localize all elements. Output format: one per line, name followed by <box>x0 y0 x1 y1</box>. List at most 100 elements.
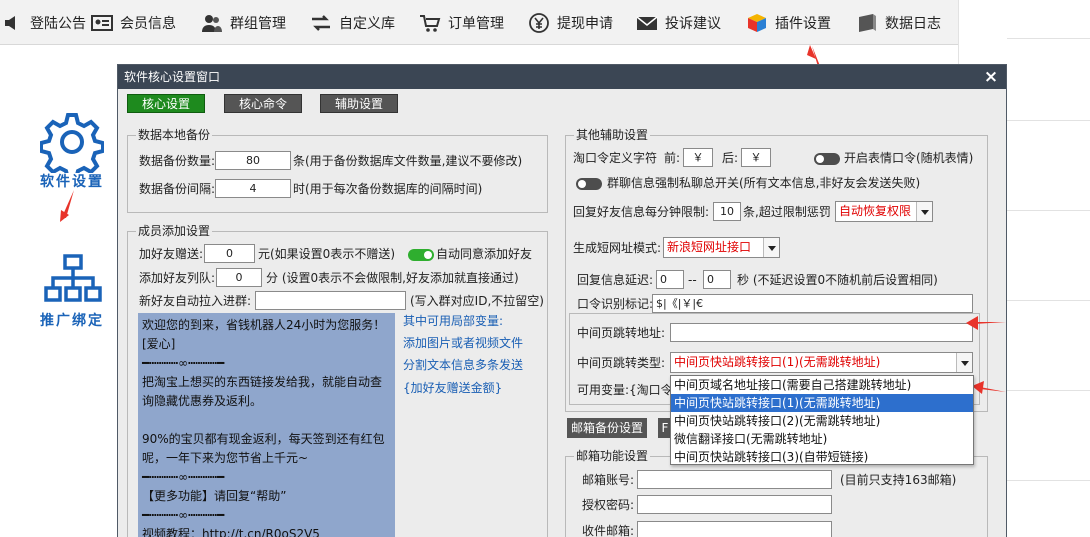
mail-receive-label: 收件邮箱: <box>582 524 635 537</box>
var-link-media[interactable]: 添加图片或者视频文件 <box>403 335 523 351</box>
mid-addr-input[interactable] <box>670 323 973 342</box>
nav-complaint[interactable]: 投诉建议 <box>635 0 721 45</box>
welcome-line <box>142 411 391 430</box>
autojoin-input[interactable] <box>255 291 406 310</box>
nav-login-notice[interactable]: 登陆公告 <box>0 0 86 45</box>
delay-sep: -- <box>688 273 697 287</box>
mail-account-hint: (目前只支持163邮箱) <box>840 473 957 487</box>
arrows-icon <box>309 12 333 34</box>
backup-count-input[interactable]: 80 <box>215 151 291 170</box>
limit-input[interactable]: 10 <box>713 202 741 221</box>
shorturl-select[interactable]: 新浪短网址接口 <box>663 237 780 258</box>
mid-type-label: 中间页跳转类型: <box>577 356 666 370</box>
mail-account-input[interactable] <box>637 470 832 489</box>
mid-addr-label: 中间页跳转地址: <box>577 326 666 340</box>
nav-data-log[interactable]: 数据日志 <box>855 0 941 45</box>
queue-label: 添加好友列队: <box>139 271 216 285</box>
divider <box>1007 300 1090 301</box>
mail-icon <box>635 12 659 34</box>
backup-interval-input[interactable]: 4 <box>215 179 291 198</box>
other-group-title: 其他辅助设置 <box>574 128 651 142</box>
penalty-value: 自动恢复权限 <box>839 204 912 218</box>
promotion-bind-label[interactable]: 推广绑定 <box>40 310 104 330</box>
database-icon <box>855 12 879 34</box>
delay-to-input[interactable]: 0 <box>703 270 731 289</box>
dialog-title: 软件核心设置窗口 <box>124 70 221 84</box>
backup-interval-label: 数据备份间隔: <box>139 182 216 196</box>
speaker-icon <box>0 12 24 34</box>
auto-agree-toggle[interactable] <box>408 249 434 261</box>
autojoin-hint: (写入群对应ID,不拉留空) <box>410 294 544 308</box>
var-link-gift[interactable]: {加好友赠送金额} <box>403 380 502 396</box>
divider <box>1007 38 1090 39</box>
nav-custom-library[interactable]: 自定义库 <box>309 0 395 45</box>
marks-input[interactable]: $|《|￥|€ <box>652 294 973 313</box>
auto-agree-label: 自动同意添加好友 <box>436 247 533 261</box>
tkl-front-input[interactable]: ￥ <box>683 148 713 167</box>
welcome-line: 欢迎您的到来，省钱机器人24小时为您服务！[爱心] <box>142 318 386 351</box>
emoji-label: 开启表情口令(随机表情) <box>844 151 974 165</box>
gift-hint: 元(如果设置0表示不赠送) <box>258 247 395 261</box>
available-vars-label: 可用变量:{淘口令 <box>577 383 673 397</box>
close-icon[interactable]: × <box>982 65 1000 89</box>
backup-count-hint: 条(用于备份数据库文件数量,建议不要修改) <box>293 154 523 168</box>
dropdown-option[interactable]: 中间页快站跳转接口(2)(无需跳转地址) <box>671 412 973 430</box>
shorturl-value: 新浪短网址接口 <box>667 240 752 254</box>
welcome-message-textarea[interactable]: 欢迎您的到来，省钱机器人24小时为您服务！[爱心] ━┅┅┅┅∞┅┅┅┅━ 把淘… <box>138 313 395 537</box>
gift-label: 加好友赠送: <box>139 247 204 261</box>
chevron-down-icon[interactable] <box>763 238 779 257</box>
welcome-line: ━┅┅┅┅∞┅┅┅┅━ <box>142 470 225 484</box>
welcome-line: ━┅┅┅┅∞┅┅┅┅━ <box>142 356 225 370</box>
divider <box>1007 390 1090 391</box>
divider <box>1007 210 1090 211</box>
tkl-back-input[interactable]: ￥ <box>741 148 771 167</box>
var-link-split[interactable]: 分割文本信息多条发送 <box>403 357 523 373</box>
backup-interval-hint: 时(用于每次备份数据库的间隔时间) <box>293 182 483 196</box>
dropdown-option[interactable]: 微信翻译接口(无需跳转地址) <box>671 430 973 448</box>
mail-backup-button[interactable]: 邮箱备份设置 <box>567 418 647 438</box>
tab-core-settings[interactable]: 核心设置 <box>127 94 205 113</box>
chevron-down-icon[interactable] <box>956 353 972 372</box>
penalty-select[interactable]: 自动恢复权限 <box>835 201 933 222</box>
mail-receive-input[interactable] <box>637 521 832 537</box>
top-menu-bar: 登陆公告 会员信息 群组管理 自定义库 订单管理 提现申请 投诉建议 插件设置 <box>0 0 958 45</box>
nav-order-manage[interactable]: 订单管理 <box>418 0 504 45</box>
limit-hint: 条,超过限制惩罚 <box>743 205 831 219</box>
gear-icon[interactable] <box>40 111 104 173</box>
nav-member-info[interactable]: 会员信息 <box>90 0 176 45</box>
member-group-title: 成员添加设置 <box>136 224 213 238</box>
mail-group-title: 邮箱功能设置 <box>574 449 651 463</box>
nav-plugin-settings[interactable]: 插件设置 <box>745 0 831 45</box>
dropdown-option-selected[interactable]: 中间页快站跳转接口(1)(无需跳转地址) <box>671 394 973 412</box>
delay-from-input[interactable]: 0 <box>656 270 684 289</box>
dialog-titlebar[interactable]: 软件核心设置窗口 × <box>118 65 1006 89</box>
group-private-toggle[interactable] <box>576 178 602 190</box>
nav-withdraw-apply[interactable]: 提现申请 <box>527 0 613 45</box>
yen-coin-icon <box>527 12 551 34</box>
chevron-down-icon[interactable] <box>916 202 932 221</box>
software-settings-label[interactable]: 软件设置 <box>40 171 104 191</box>
tab-core-commands[interactable]: 核心命令 <box>224 94 302 113</box>
queue-hint: 分 (设置0表示不会做限制,好友添加就直接通过) <box>266 271 519 285</box>
welcome-line: 【更多功能】请回复“帮助” <box>142 489 287 503</box>
mid-type-select[interactable]: 中间页快站跳转接口(1)(无需跳转地址) <box>670 352 973 373</box>
tkl-front-label: 前: <box>664 151 681 165</box>
cube-icon <box>745 12 769 34</box>
welcome-line: 视频教程：http://t.cn/R0oS2V5 <box>142 527 320 537</box>
tkl-back-label: 后: <box>722 151 739 165</box>
cart-icon <box>418 12 442 34</box>
org-chart-icon[interactable] <box>43 254 103 304</box>
mid-type-dropdown-list: 中间页域名地址接口(需要自己搭建跳转地址) 中间页快站跳转接口(1)(无需跳转地… <box>670 375 974 465</box>
divider <box>1007 480 1090 481</box>
nav-group-manage[interactable]: 群组管理 <box>200 0 286 45</box>
dropdown-option[interactable]: 中间页域名地址接口(需要自己搭建跳转地址) <box>671 376 973 394</box>
tab-aux-settings[interactable]: 辅助设置 <box>320 94 398 113</box>
queue-input[interactable]: 0 <box>216 268 262 287</box>
dropdown-option[interactable]: 中间页快站跳转接口(3)(自带短链接) <box>671 448 973 466</box>
mail-auth-input[interactable] <box>637 495 832 514</box>
mail-account-label: 邮箱账号: <box>582 473 635 487</box>
gift-input[interactable]: 0 <box>204 244 255 263</box>
id-card-icon <box>90 12 114 34</box>
emoji-toggle[interactable] <box>814 153 840 165</box>
mail-auth-label: 授权密码: <box>582 498 635 512</box>
